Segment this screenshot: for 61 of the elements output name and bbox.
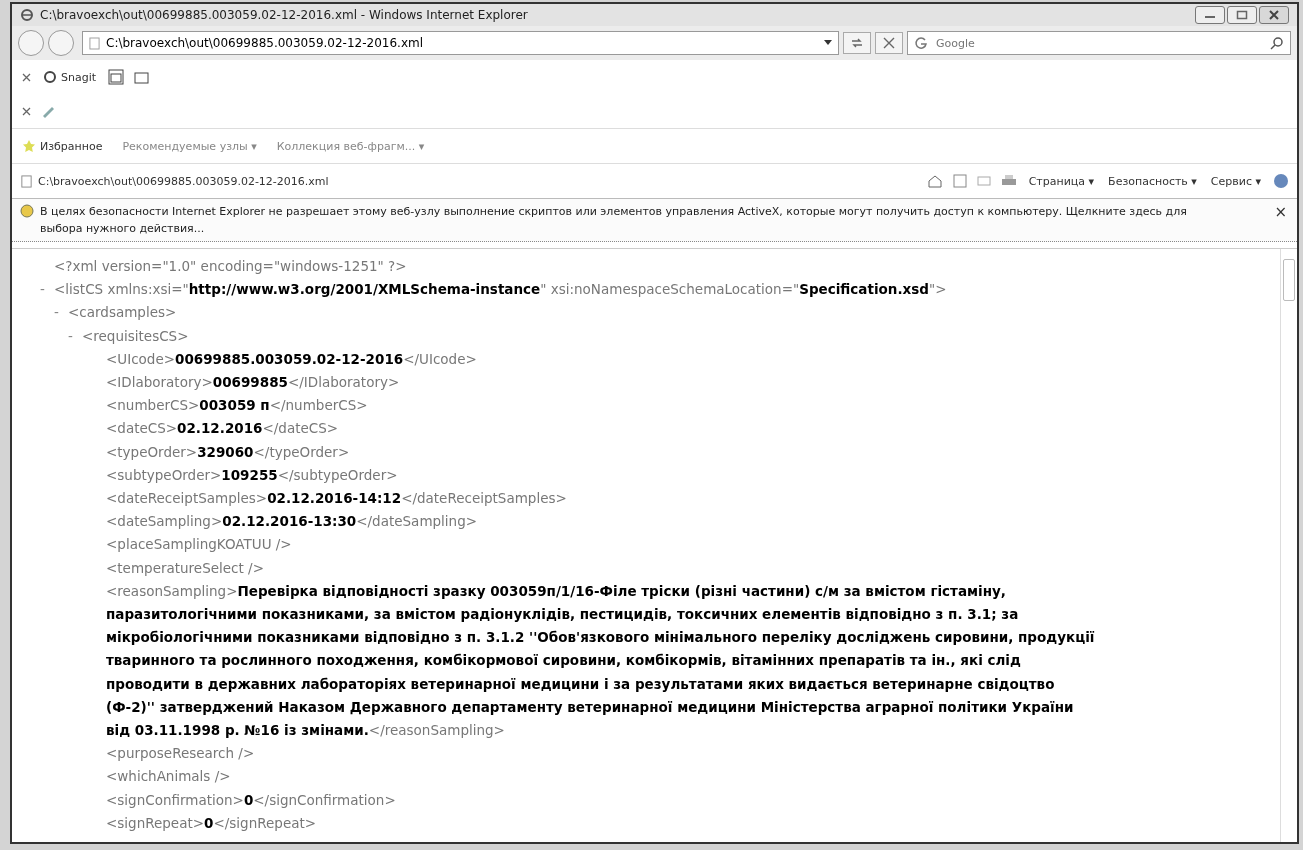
close-icon xyxy=(883,37,895,49)
browser-logo-icon xyxy=(20,8,34,22)
collapse-toggle[interactable]: - xyxy=(54,301,68,325)
refresh-button[interactable] xyxy=(843,32,871,54)
printer-icon[interactable] xyxy=(1000,174,1017,188)
xml-line: <dateCS>02.12.2016</dateCS> xyxy=(106,419,339,439)
address-field[interactable]: C:\bravoexch\out\00699885.003059.02-12-2016.xml xyxy=(82,31,839,55)
capture-window-icon[interactable] xyxy=(108,69,125,85)
collapse-toggle[interactable]: - xyxy=(40,278,54,302)
page-icon xyxy=(89,36,100,50)
stop-button[interactable] xyxy=(875,32,903,54)
xml-line: <dateSampling>02.12.2016-13:30</dateSampling> xyxy=(106,512,478,532)
minimize-button[interactable] xyxy=(1195,6,1225,24)
window-title: C:\bravoexch\out\00699885.003059.02-12-2016.xml - Windows Internet Explorer xyxy=(40,8,529,22)
forward-button[interactable] xyxy=(48,30,74,56)
xml-line: <requisitesCS> xyxy=(82,326,189,346)
xml-line: <UIcode>00699885.003059.02-12-2016</UIcode> xyxy=(106,349,477,369)
page-icon xyxy=(20,174,33,188)
search-icon[interactable] xyxy=(1270,36,1284,50)
star-icon xyxy=(22,139,36,153)
caret-icon[interactable] xyxy=(824,40,832,46)
xml-line: <numberCS>003059 п</numberCS> xyxy=(106,396,368,416)
close-icon xyxy=(1268,10,1280,20)
xml-line: <signRepeat>0</signRepeat> xyxy=(106,813,317,833)
maximize-button[interactable] xyxy=(1227,6,1257,24)
search-box[interactable]: Google xyxy=(907,31,1291,55)
close-icon[interactable] xyxy=(22,106,31,116)
scrollbar[interactable] xyxy=(1280,249,1297,842)
back-button[interactable] xyxy=(18,30,44,56)
xml-line: <listCS xmlns:xsi="http://www.w3.org/2001/XMLSchema-instance" xsi:noNamespaceSchemaLocation="Specification.xsd"> xyxy=(54,280,947,300)
capture-region-icon[interactable] xyxy=(134,69,151,85)
browser-tab[interactable]: C:\bravoexch\out\00699885.003059.02-12-2016.xml xyxy=(20,174,329,188)
search-engine-icon xyxy=(914,36,928,50)
snagit-button[interactable]: Snagit xyxy=(41,70,99,84)
command-menu[interactable]: Страница ▾ xyxy=(1026,174,1097,188)
maximize-icon xyxy=(1236,10,1248,20)
xml-line: <IDlaboratory>00699885</IDlaboratory> xyxy=(106,373,400,392)
xml-line: <typeOrder>329060</typeOrder> xyxy=(106,442,350,462)
xml-line: <signConfirmation>0</signConfirmation> xyxy=(106,790,396,810)
security-message[interactable]: В целях безопасности Internet Explorer не разрешает этому веб-узлу выполнение скриптов или элементов управления ActiveX, которые могут получить доступ к компьютеру. Щелкните здесь для выбора нужного действия... xyxy=(40,203,1267,237)
xml-line: <reasonSampling>Перевірка відповідності зразку 003059п/1/16-Філе тріски (різні частини) с/м за вмістом гістаміну, паразитологічними показниками, за вмістом радіонуклідів, пестицидів, токсичних елементів відповідно з п. 3.1; за мікробіологічними показниками відповідно з п. 3.1.2 ''Обов'язкового мінімального переліку досліджень сировини, продукції тваринного та рослинного походження, комбікормової сировини, комбікормів, вітамінних препаратів та ін., які слід проводити в державних лабораторіях ветеринарної медицини і за результатами яких видається ветеринарне свідоцтво (Ф-2)'' затверджений Наказом Державного департаменту ветеринарної медицини Міністерства аграрної політики України від 03.11.1998 р. №16 із змінами.</reasonSampling> xyxy=(106,581,1096,741)
close-button[interactable] xyxy=(1259,6,1289,24)
xml-line: <subtypeOrder>109255</subtypeOrder> xyxy=(106,465,398,485)
command-menu[interactable]: Сервис ▾ xyxy=(1208,174,1263,188)
command-menu[interactable]: Безопасность ▾ xyxy=(1106,174,1199,188)
collapse-toggle[interactable]: - xyxy=(68,324,82,348)
xml-line: <whichAnimals /> xyxy=(106,767,231,787)
xml-line: <cardsamples> xyxy=(68,303,177,323)
favorites-button[interactable]: Избранное xyxy=(20,139,105,153)
pen-icon[interactable] xyxy=(41,104,57,118)
close-icon[interactable] xyxy=(22,72,31,82)
xml-line: <placeSamplingKOATUU /> xyxy=(106,535,292,555)
close-button[interactable]: × xyxy=(1272,203,1289,221)
xml-line: <dateReceiptSamples>02.12.2016-14:12</dateReceiptSamples> xyxy=(106,489,567,509)
xml-line: <temperatureSelect /> xyxy=(106,558,264,578)
home-icon[interactable] xyxy=(926,174,943,188)
xml-line: <purposeResearch /> xyxy=(106,744,255,764)
refresh-icon xyxy=(850,37,864,49)
favorites-link[interactable]: Рекомендуемые узлы ▾ xyxy=(120,139,259,153)
xml-line: <?xml version="1.0" encoding="windows-1251" ?> xyxy=(54,257,407,276)
favorites-link[interactable]: Коллекция веб-фрагм... ▾ xyxy=(274,139,427,153)
